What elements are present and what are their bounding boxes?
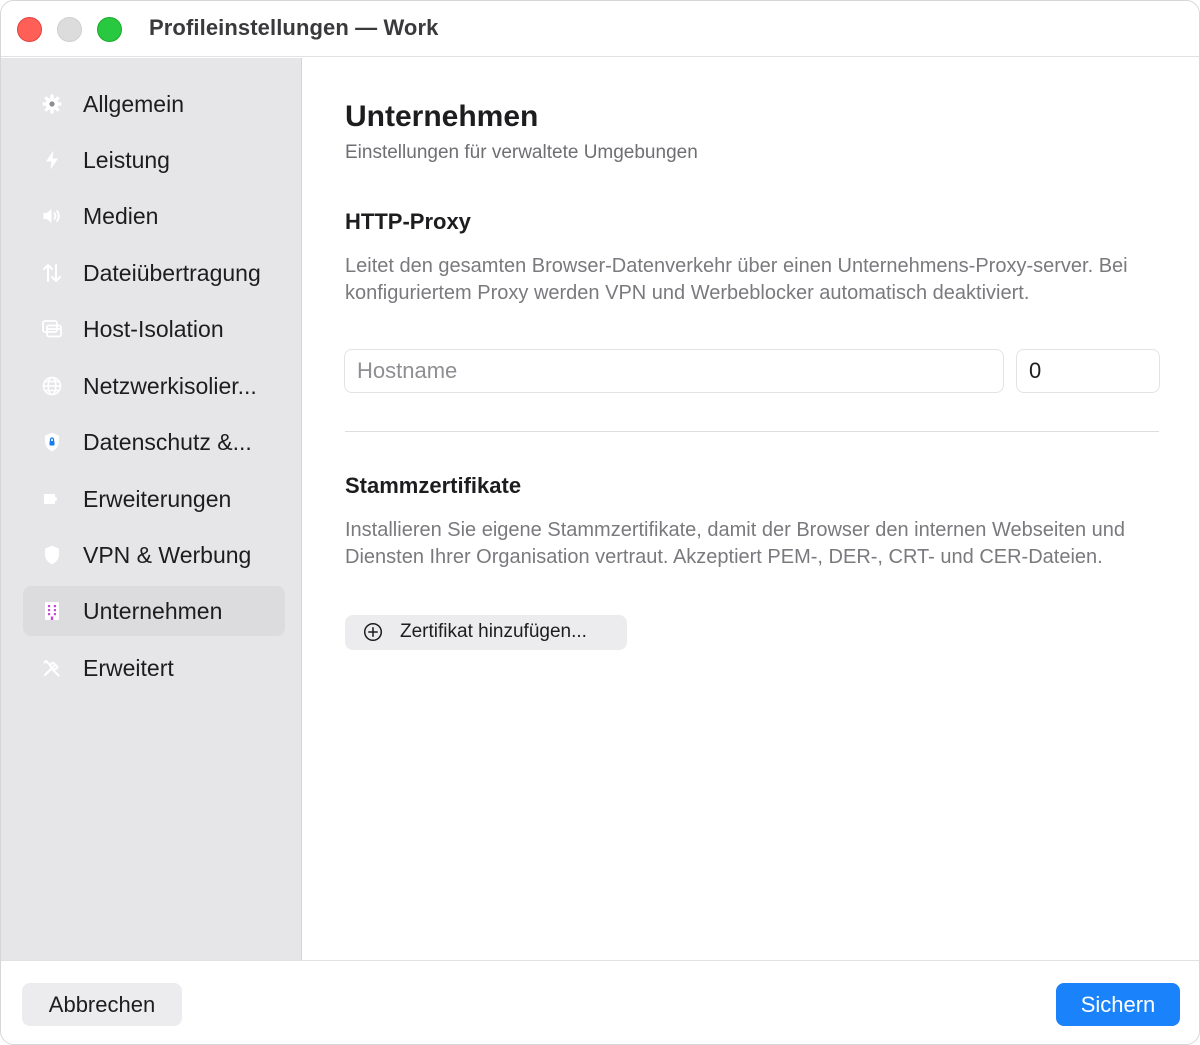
zoom-window-button[interactable] — [97, 17, 122, 42]
sidebar-item-label: Medien — [83, 202, 159, 229]
preferences-window: Profileinstellungen — Work Allgemein Lei… — [0, 0, 1200, 1045]
shield-icon — [33, 536, 71, 574]
sidebar-item-label: Datenschutz &... — [83, 428, 252, 455]
close-window-button[interactable] — [17, 17, 42, 42]
plus-circle-icon — [363, 622, 383, 642]
certificates-heading: Stammzertifikate — [345, 473, 522, 498]
tools-icon — [33, 649, 71, 687]
sidebar-item-medien[interactable]: Medien — [23, 191, 285, 241]
proxy-port-input[interactable] — [1016, 349, 1160, 393]
lock-shield-icon — [33, 423, 71, 461]
title-bar: Profileinstellungen — Work — [1, 1, 1199, 57]
section-divider — [345, 431, 1159, 432]
sidebar-item-label: Unternehmen — [83, 597, 223, 624]
minimize-window-button[interactable] — [57, 17, 82, 42]
globe-icon — [33, 367, 71, 405]
sidebar-item-label: VPN & Werbung — [83, 541, 252, 568]
window-title: Profileinstellungen — Work — [149, 15, 439, 40]
sidebar-item-erweiterungen[interactable]: Erweiterungen — [23, 474, 285, 524]
sidebar-item-host-isolation[interactable]: Host-Isolation — [23, 304, 285, 354]
sidebar-item-leistung[interactable]: Leistung — [23, 135, 285, 185]
sidebar-item-label: Erweiterungen — [83, 485, 232, 512]
sidebar-item-label: Host-Isolation — [83, 315, 224, 342]
sidebar-item-vpn-werbung[interactable]: VPN & Werbung — [23, 530, 285, 580]
sidebar-item-dateiuebertragung[interactable]: Dateiübertragung — [23, 248, 285, 298]
page-subtitle: Einstellungen für verwaltete Umgebungen — [345, 142, 698, 163]
proxy-hostname-input[interactable] — [344, 349, 1004, 393]
sidebar-item-datenschutz[interactable]: Datenschutz &... — [23, 417, 285, 467]
proxy-description: Leitet den gesamten Browser-Datenverkehr… — [345, 255, 1128, 304]
page-title: Unternehmen — [345, 100, 539, 133]
sidebar-item-allgemein[interactable]: Allgemein — [23, 79, 285, 129]
sidebar-item-label: Netzwerkisolier... — [83, 372, 257, 399]
sidebar: Allgemein Leistung Medien Dateiübertragu… — [1, 58, 302, 960]
sidebar-item-erweitert[interactable]: Erweitert — [23, 643, 285, 693]
sidebar-item-unternehmen[interactable]: Unternehmen — [23, 586, 285, 636]
certificates-description: Installieren Sie eigene Stammzertifikate… — [345, 519, 1126, 568]
window-stack-icon — [33, 310, 71, 348]
settings-content: Unternehmen Einstellungen für verwaltete… — [303, 58, 1199, 960]
gear-icon — [33, 85, 71, 123]
proxy-heading: HTTP-Proxy — [345, 209, 471, 234]
add-certificate-label: Zertifikat hinzufügen... — [400, 621, 587, 642]
speaker-icon — [33, 197, 71, 235]
transfer-arrows-icon — [33, 254, 71, 292]
dialog-footer: Abbrechen Sichern — [1, 960, 1199, 1044]
building-icon — [33, 592, 71, 630]
sidebar-item-label: Allgemein — [83, 90, 184, 117]
sidebar-item-label: Leistung — [83, 146, 170, 173]
save-button[interactable]: Sichern — [1056, 983, 1180, 1026]
sidebar-item-label: Dateiübertragung — [83, 259, 261, 286]
add-certificate-button[interactable]: Zertifikat hinzufügen... — [345, 615, 627, 650]
cancel-button[interactable]: Abbrechen — [22, 983, 182, 1026]
sidebar-item-label: Erweitert — [83, 654, 174, 681]
puzzle-icon — [33, 480, 71, 518]
bolt-icon — [33, 141, 71, 179]
sidebar-item-netzwerkisolierung[interactable]: Netzwerkisolier... — [23, 361, 285, 411]
